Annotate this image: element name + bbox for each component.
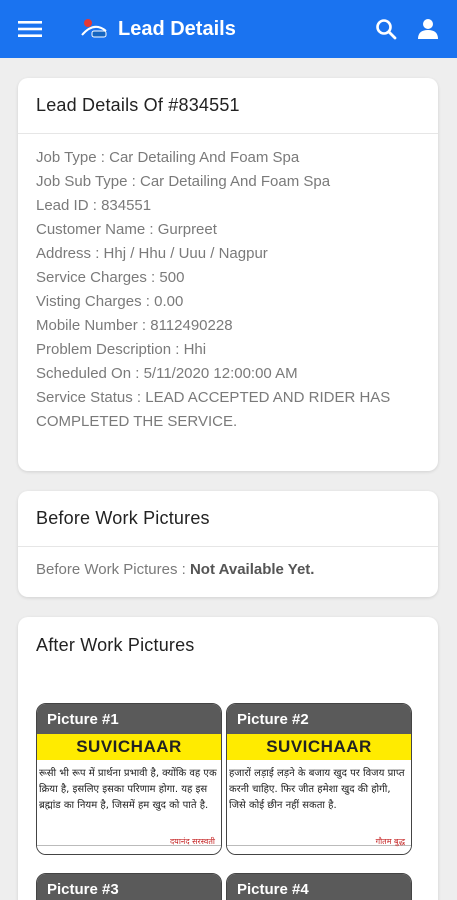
detail-label: Job Sub Type — [36, 173, 140, 190]
detail-row: Job TypeCar Detailing And Foam Spa — [36, 146, 420, 170]
picture-card-3[interactable]: Picture #3 — [36, 873, 222, 900]
detail-label: Job Type — [36, 149, 109, 166]
before-pictures-card: Before Work Pictures Before Work Picture… — [18, 491, 438, 597]
quote-author: दयानंद सरस्वती — [169, 837, 215, 846]
search-icon — [376, 19, 397, 40]
detail-value: Hhi — [183, 341, 207, 358]
detail-row: Job Sub TypeCar Detailing And Foam Spa — [36, 170, 420, 194]
quote-text: रूसी भी रूप में प्रार्थना प्रभावी है, क्… — [39, 768, 217, 811]
search-button[interactable] — [365, 0, 407, 58]
detail-value: 0.00 — [154, 293, 184, 310]
before-pictures-value: Not Available Yet. — [189, 561, 315, 578]
content: Lead Details Of #834551 Job TypeCar Deta… — [0, 58, 457, 900]
detail-value: Hhj / Hhu / Uuu / Nagpur — [103, 245, 268, 262]
before-pictures-label: Before Work Pictures — [36, 561, 178, 578]
detail-row: Problem DescriptionHhi — [36, 338, 420, 362]
detail-row: Mobile Number8112490228 — [36, 314, 420, 338]
detail-label: Mobile Number — [36, 317, 150, 334]
after-pictures-card: After Work Pictures Picture #1 SUVICHAAR… — [18, 617, 438, 900]
detail-label: Visting Charges — [36, 293, 154, 310]
picture-card-1[interactable]: Picture #1 SUVICHAAR रूसी भी रूप में प्र… — [36, 703, 222, 855]
quote-author: गौतम बुद्ध — [375, 837, 405, 846]
detail-label: Problem Description — [36, 341, 184, 358]
detail-row: AddressHhj / Hhu / Uuu / Nagpur — [36, 242, 420, 266]
detail-label: Customer Name — [36, 221, 158, 238]
detail-value: 834551 — [101, 197, 152, 214]
detail-row: Customer NameGurpreet — [36, 218, 420, 242]
suvichaar-banner: SUVICHAAR — [37, 734, 221, 760]
detail-row: Scheduled On5/11/2020 12:00:00 AM — [36, 362, 420, 386]
lead-details-card: Lead Details Of #834551 Job TypeCar Deta… — [18, 78, 438, 471]
detail-value: Car Detailing And Foam Spa — [109, 149, 300, 166]
picture-card-4[interactable]: Picture #4 — [226, 873, 412, 900]
detail-value: Gurpreet — [157, 221, 217, 238]
menu-icon — [18, 21, 42, 37]
detail-row: Visting Charges0.00 — [36, 290, 420, 314]
detail-row: Service Charges500 — [36, 266, 420, 290]
detail-row: Service StatusLEAD ACCEPTED AND RIDER HA… — [36, 386, 420, 434]
after-pictures-header: After Work Pictures — [36, 634, 195, 655]
detail-value: 8112490228 — [150, 317, 233, 334]
picture-card-2[interactable]: Picture #2 SUVICHAAR हजारों लड़ाई लड़ने … — [226, 703, 412, 855]
before-pictures-header: Before Work Pictures — [18, 491, 438, 547]
picture-title: Picture #4 — [227, 874, 411, 900]
before-pictures-status: Before Work Pictures : Not Available Yet… — [36, 561, 315, 578]
picture-image[interactable]: SUVICHAAR हजारों लड़ाई लड़ने के बजाय खुद… — [227, 734, 411, 854]
picture-title: Picture #3 — [37, 874, 221, 900]
account-button[interactable] — [407, 0, 449, 58]
detail-row: Lead ID834551 — [36, 194, 420, 218]
logo-icon — [81, 19, 107, 38]
detail-value: Car Detailing And Foam Spa — [139, 173, 331, 190]
detail-label: Scheduled On — [36, 365, 144, 382]
detail-label: Service Status — [36, 389, 145, 406]
lead-details-list: Job TypeCar Detailing And Foam SpaJob Su… — [18, 134, 438, 434]
picture-title: Picture #2 — [227, 704, 411, 734]
menu-button[interactable] — [0, 0, 60, 58]
detail-value: 500 — [159, 269, 185, 286]
picture-title: Picture #1 — [37, 704, 221, 734]
page-title: Lead Details — [118, 17, 236, 40]
detail-label: Service Charges — [36, 269, 159, 286]
detail-label: Lead ID — [36, 197, 101, 214]
suvichaar-banner: SUVICHAAR — [227, 734, 411, 760]
account-icon — [418, 19, 438, 39]
detail-label: Address — [36, 245, 104, 262]
app-bar: Lead Details — [0, 0, 457, 58]
picture-image[interactable]: SUVICHAAR रूसी भी रूप में प्रार्थना प्रभ… — [37, 734, 221, 854]
detail-value: 5/11/2020 12:00:00 AM — [143, 365, 298, 382]
lead-details-header: Lead Details Of #834551 — [18, 78, 438, 134]
quote-text: हजारों लड़ाई लड़ने के बजाय खुद पर विजय प… — [229, 768, 405, 811]
